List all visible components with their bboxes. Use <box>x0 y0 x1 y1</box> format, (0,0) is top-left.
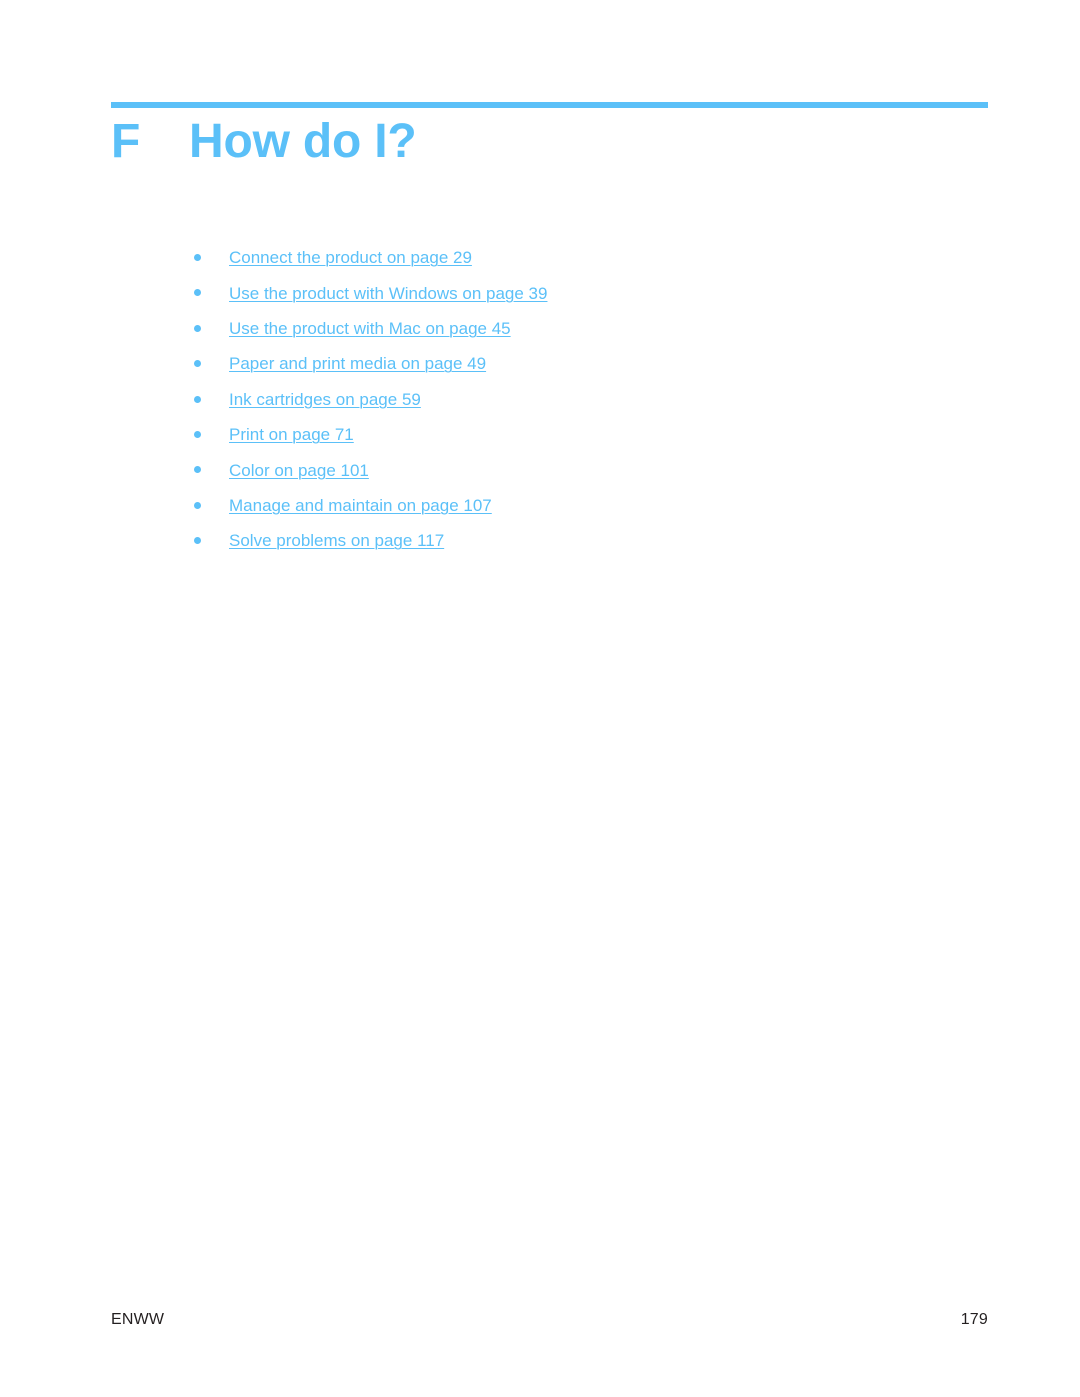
cross-reference-link[interactable]: Paper and print media on page 49 <box>229 353 486 374</box>
chapter-title: How do I? <box>189 115 417 168</box>
cross-reference-link[interactable]: Print on page 71 <box>229 424 354 445</box>
cross-reference-link[interactable]: Color on page 101 <box>229 460 369 481</box>
list-item[interactable]: Print on page 71 <box>194 417 984 452</box>
bullet-icon <box>194 324 201 332</box>
bullet-icon <box>194 466 201 474</box>
bullet-icon <box>194 430 201 438</box>
list-item[interactable]: Ink cartridges on page 59 <box>194 382 984 417</box>
bullet-icon <box>194 501 201 509</box>
bullet-icon <box>194 537 201 545</box>
bullet-icon <box>194 360 201 368</box>
cross-reference-link[interactable]: Use the product with Windows on page 39 <box>229 283 547 304</box>
bullet-icon <box>194 289 201 297</box>
cross-reference-link[interactable]: Manage and maintain on page 107 <box>229 495 492 516</box>
cross-reference-list: Connect the product on page 29 Use the p… <box>194 240 984 559</box>
list-item[interactable]: Solve problems on page 117 <box>194 523 984 558</box>
chapter-number: F <box>111 115 141 168</box>
footer-locale: ENWW <box>111 1311 165 1328</box>
cross-reference-link[interactable]: Ink cartridges on page 59 <box>229 389 421 410</box>
list-item[interactable]: Connect the product on page 29 <box>194 240 984 275</box>
list-item[interactable]: Use the product with Mac on page 45 <box>194 311 984 346</box>
bullet-icon <box>194 254 201 261</box>
cross-reference-link[interactable]: Use the product with Mac on page 45 <box>229 318 511 339</box>
chapter-heading-rule <box>111 102 988 108</box>
list-item[interactable]: Color on page 101 <box>194 452 984 487</box>
list-item[interactable]: Use the product with Windows on page 39 <box>194 275 984 310</box>
footer-page-number: 179 <box>960 1311 988 1328</box>
bullet-icon <box>194 395 201 403</box>
page-footer: ENWW 179 <box>111 1310 988 1330</box>
page-title: F How do I? <box>111 113 991 171</box>
list-item[interactable]: Manage and maintain on page 107 <box>194 488 984 523</box>
cross-reference-link[interactable]: Solve problems on page 117 <box>229 530 444 551</box>
list-item[interactable]: Paper and print media on page 49 <box>194 346 984 381</box>
document-page: F How do I? Connect the product on page … <box>0 0 1080 1397</box>
cross-reference-link[interactable]: Connect the product on page 29 <box>229 247 472 268</box>
